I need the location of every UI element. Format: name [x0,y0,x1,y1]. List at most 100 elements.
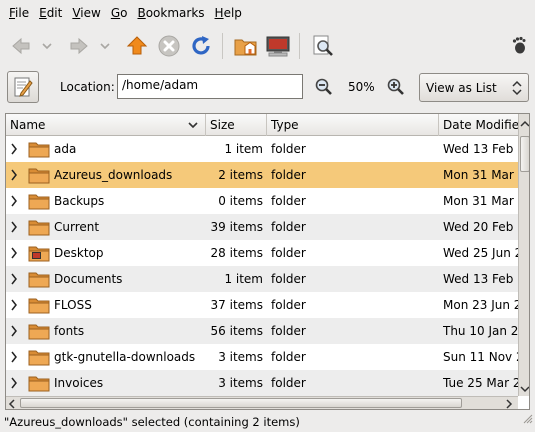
expander-arrow-icon[interactable] [10,195,18,210]
file-name: fonts [54,324,85,338]
resize-grip-icon[interactable] [521,410,533,430]
folder-icon [28,140,50,161]
column-name[interactable]: Name [6,114,206,136]
file-type: folder [271,142,306,156]
zoom-in-icon [387,78,404,95]
table-row[interactable]: Documents 1 item folder Wed 13 Feb 2008 [6,266,518,292]
status-text: "Azureus_downloads" selected (containing… [4,415,300,429]
chevron-down-icon [42,43,52,50]
search-icon [313,35,333,56]
vertical-scrollbar-thumb[interactable] [520,136,529,172]
horizontal-scrollbar[interactable] [6,396,518,409]
file-name: Documents [54,272,123,286]
column-date-modified[interactable]: Date Modified [439,114,524,136]
menu-view[interactable]: View [67,2,105,24]
file-name: Current [54,220,100,234]
expander-arrow-icon[interactable] [10,299,18,314]
zoom-out-button[interactable] [314,77,334,100]
menu-edit[interactable]: Edit [34,2,67,24]
column-size[interactable]: Size [206,114,267,136]
stop-icon [158,35,180,57]
up-button[interactable] [122,31,152,61]
folder-icon [28,270,50,291]
file-type: folder [271,220,306,234]
computer-button[interactable] [263,31,293,61]
menu-bookmarks[interactable]: Bookmarks [132,2,209,24]
expander-arrow-icon[interactable] [10,143,18,158]
scroll-down-arrow-icon[interactable] [520,382,529,396]
horizontal-scrollbar-thumb[interactable] [20,398,462,408]
zoom-out-icon [315,78,332,95]
sort-descending-icon [187,114,199,136]
table-row[interactable]: ada 1 item folder Wed 13 Feb 2008 [6,136,518,162]
expander-arrow-icon[interactable] [10,273,18,288]
gnome-foot-icon [511,36,527,57]
file-type: folder [271,168,306,182]
file-date-modified: Wed 13 Feb 2008 [443,272,518,286]
toolbar-separator [299,33,300,59]
back-button[interactable] [6,31,36,61]
home-folder-icon [234,39,257,56]
desktop-folder-icon [28,244,50,265]
zoom-level[interactable]: 50% [348,80,375,94]
file-size: 1 item [224,142,263,156]
expander-arrow-icon[interactable] [10,169,18,184]
file-name: Backups [54,194,105,208]
table-row[interactable]: fonts 56 items folder Thu 10 Jan 2008 [6,318,518,344]
file-date-modified: Wed 13 Feb 2008 [443,142,518,156]
back-history-button[interactable] [38,31,56,61]
home-button[interactable] [231,31,261,61]
table-row[interactable]: Invoices 3 items folder Tue 25 Mar 2008 [6,370,518,396]
file-type: folder [271,376,306,390]
toggle-location-button[interactable] [7,71,39,103]
table-row[interactable]: Desktop 28 items folder Wed 25 Jun 2008 [6,240,518,266]
expander-arrow-icon[interactable] [10,325,18,340]
expander-arrow-icon[interactable] [10,221,18,236]
status-bar: "Azureus_downloads" selected (containing… [0,412,535,432]
back-icon [12,37,30,55]
menu-file[interactable]: File [4,2,34,24]
file-size: 3 items [218,350,263,364]
forward-button[interactable] [64,31,94,61]
stop-button[interactable] [154,31,184,61]
file-date-modified: Wed 20 Feb 2008 [443,220,518,234]
expander-arrow-icon[interactable] [10,247,18,262]
menu-go[interactable]: Go [106,2,133,24]
file-date-modified: Mon 23 Jun 2008 [443,298,518,312]
column-header: Name Size Type Date Modified [6,114,524,136]
file-type: folder [271,324,306,338]
view-mode-select[interactable]: View as List [419,73,529,102]
column-type[interactable]: Type [267,114,439,136]
folder-icon [28,218,50,239]
scroll-up-arrow-icon[interactable] [520,117,529,131]
table-row[interactable]: Backups 0 items folder Mon 31 Mar 2008 [6,188,518,214]
table-row[interactable]: Current 39 items folder Wed 20 Feb 2008 [6,214,518,240]
menu-help[interactable]: Help [210,2,247,24]
expander-arrow-icon[interactable] [10,351,18,366]
reload-button[interactable] [186,31,216,61]
zoom-in-button[interactable] [386,77,406,100]
file-name: FLOSS [54,298,92,312]
table-row[interactable]: FLOSS 37 items folder Mon 23 Jun 2008 [6,292,518,318]
file-date-modified: Thu 10 Jan 2008 [443,324,518,338]
chevron-down-icon [100,43,110,50]
table-row[interactable]: gtk-gnutella-downloads 3 items folder Sun 1… [6,344,518,370]
file-date-modified: Mon 31 Mar 2008 [443,194,518,208]
expander-arrow-icon[interactable] [10,377,18,392]
toolbar [0,26,535,66]
file-name: gtk-gnutella-downloads [54,350,196,364]
vertical-scrollbar[interactable] [518,114,529,396]
search-button[interactable] [308,31,338,61]
table-row[interactable]: Azureus_downloads 2 items folder Mon 31 Mar… [6,162,518,188]
menu-bar: File Edit View Go Bookmarks Help [0,0,535,26]
forward-history-button[interactable] [96,31,114,61]
scroll-right-arrow-icon[interactable] [505,398,513,409]
location-input[interactable]: /home/adam [117,74,303,99]
file-type: folder [271,194,306,208]
file-size: 0 items [218,194,263,208]
scroll-left-arrow-icon[interactable] [8,398,16,409]
file-size: 1 item [224,272,263,286]
folder-icon [28,374,50,395]
file-size: 37 items [210,298,263,312]
location-label: Location: [60,80,115,94]
